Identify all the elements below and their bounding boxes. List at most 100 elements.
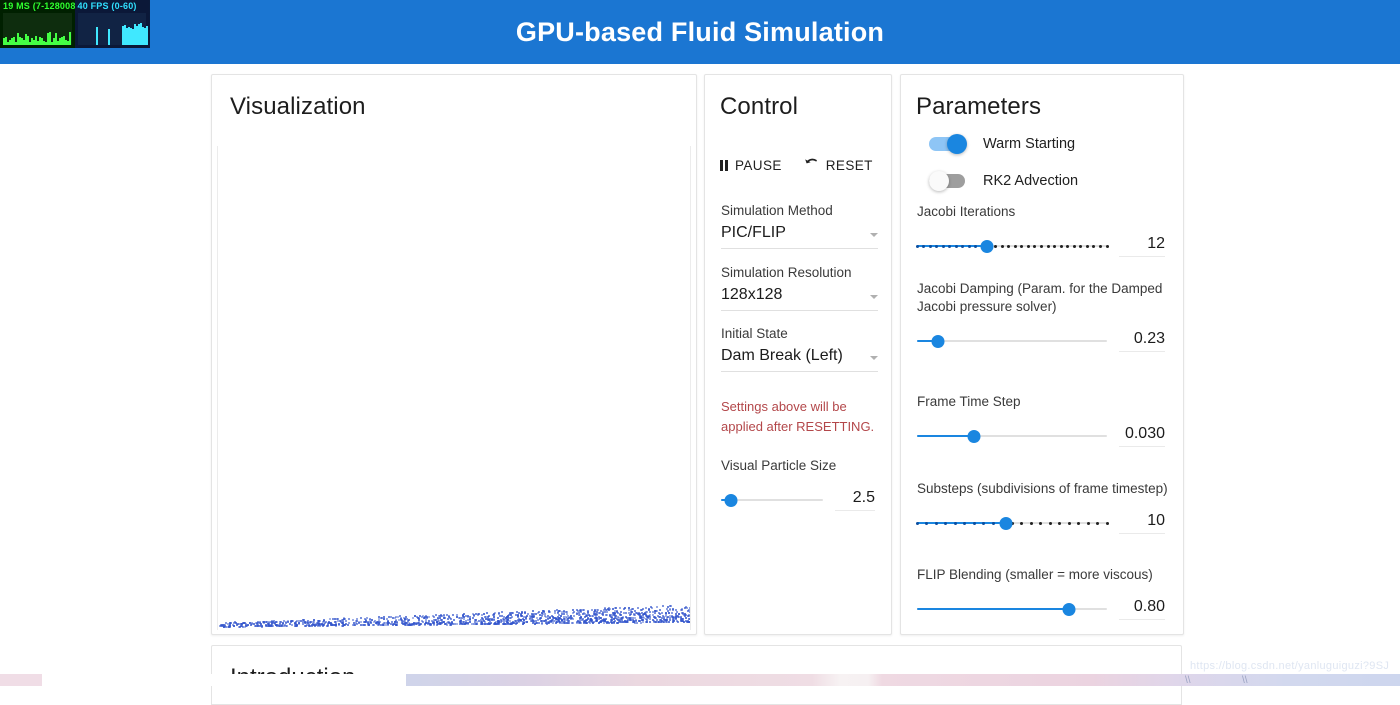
slider-tick [1099, 245, 1102, 248]
slider-tick [954, 522, 957, 525]
fluid-particle [640, 622, 642, 624]
fluid-particle [331, 624, 333, 626]
fluid-particle [340, 620, 342, 622]
slider-thumb[interactable] [725, 494, 738, 507]
fluid-particle [249, 622, 251, 624]
slider-tick [1030, 522, 1033, 525]
initial-state-label: Initial State [721, 326, 878, 341]
parameter-slider-track-area[interactable] [917, 514, 1107, 532]
fluid-particle [498, 613, 500, 615]
pause-button[interactable]: PAUSE [720, 156, 782, 175]
parameter-slider-track-area[interactable] [917, 600, 1107, 618]
fluid-particle [363, 624, 365, 626]
fluid-simulation-canvas[interactable] [217, 146, 691, 630]
fluid-particle [295, 625, 297, 627]
fluid-particle [532, 616, 534, 618]
slider-fill [917, 608, 1069, 610]
fluid-particle [690, 621, 691, 623]
fluid-particle [622, 616, 624, 618]
parameter-slider-value: 0.80 [1119, 598, 1165, 620]
fluid-particle [565, 611, 567, 613]
parameter-slider-0: Jacobi Iterations12 [917, 203, 1171, 257]
fluid-particle [342, 625, 344, 627]
slider-thumb[interactable] [1063, 603, 1076, 616]
fluid-particle [489, 620, 491, 622]
undo-arrow-icon [804, 157, 819, 173]
slider-thumb[interactable] [1000, 517, 1013, 530]
slider-tick [935, 245, 938, 248]
reset-button[interactable]: RESET [804, 155, 873, 175]
fluid-particle [481, 614, 483, 616]
parameter-slider-track-area[interactable] [917, 237, 1107, 255]
fluid-particle [366, 617, 368, 619]
pause-button-label: PAUSE [735, 158, 782, 173]
warm-starting-row[interactable]: Warm Starting [929, 134, 1075, 154]
fluid-particle [478, 613, 480, 615]
fluid-particle [606, 611, 608, 613]
fluid-particle [463, 621, 465, 623]
slider-thumb[interactable] [931, 335, 944, 348]
warm-starting-toggle[interactable] [929, 134, 969, 154]
fluid-particle [337, 620, 339, 622]
simulation-resolution-select[interactable]: Simulation Resolution 128x128 [721, 265, 878, 311]
slider-tick [1020, 522, 1023, 525]
main-content: Visualization Control PAUSE RESET Simul [0, 64, 1400, 686]
slider-tick [944, 522, 947, 525]
slider-tick [968, 245, 971, 248]
fluid-particle [586, 615, 588, 617]
parameters-card: Parameters Warm Starting RK2 Advection J… [900, 74, 1184, 635]
fluid-particle [323, 624, 325, 626]
fluid-particle [619, 607, 621, 609]
slider-thumb[interactable] [968, 430, 981, 443]
performance-stats-overlay[interactable]: 19 MS (7-128008) 40 FPS (0-60) [0, 0, 150, 48]
ms-stats-pane[interactable]: 19 MS (7-128008) [0, 0, 75, 48]
fluid-particle [401, 622, 403, 624]
fluid-particle [538, 622, 540, 624]
slider-tick [935, 522, 938, 525]
slider-tick [1033, 245, 1036, 248]
fluid-particle [606, 614, 608, 616]
slider-thumb[interactable] [981, 240, 994, 253]
fluid-particle [677, 616, 679, 618]
fluid-particle [625, 612, 627, 614]
parameter-slider-track-area[interactable] [917, 427, 1107, 445]
fluid-particle [503, 616, 505, 618]
fluid-particle [272, 621, 274, 623]
fluid-particle [373, 624, 375, 626]
fluid-particle [462, 615, 464, 617]
slider-tick [1020, 245, 1023, 248]
visual-particle-size-slider[interactable] [721, 491, 823, 509]
initial-state-select[interactable]: Initial State Dam Break (Left) [721, 326, 878, 372]
fluid-particle [549, 617, 551, 619]
fps-stats-pane[interactable]: 40 FPS (0-60) [75, 0, 150, 48]
parameter-slider-track-area[interactable] [917, 332, 1107, 350]
fluid-particle [676, 611, 678, 613]
fluid-particle [589, 622, 591, 624]
fluid-particle [558, 610, 560, 612]
fluid-particle [452, 614, 454, 616]
fluid-particle [490, 622, 492, 624]
simulation-method-select[interactable]: Simulation Method PIC/FLIP [721, 203, 878, 249]
fluid-particle [590, 619, 592, 621]
fluid-particle [523, 622, 525, 624]
fluid-particle [637, 607, 639, 609]
fluid-particle [677, 621, 679, 623]
slider-tick-marks [917, 245, 1107, 248]
simulation-method-value: PIC/FLIP [721, 224, 786, 242]
fluid-particle [503, 621, 505, 623]
fluid-particle [345, 620, 347, 622]
slider-tick [1058, 522, 1061, 525]
warm-starting-label: Warm Starting [983, 136, 1075, 152]
fluid-particle [233, 625, 235, 627]
slider-tick [973, 522, 976, 525]
fluid-particle [668, 612, 670, 614]
ms-stats-label: 19 MS (7-128008) [3, 1, 75, 11]
toggle-knob [947, 134, 967, 154]
fluid-particle [640, 617, 642, 619]
slider-tick [1060, 245, 1063, 248]
rk2-advection-toggle[interactable] [929, 171, 969, 191]
slider-tick [1066, 245, 1069, 248]
fluid-particle [572, 612, 574, 614]
fluid-particle [613, 621, 615, 623]
rk2-advection-row[interactable]: RK2 Advection [929, 171, 1078, 191]
